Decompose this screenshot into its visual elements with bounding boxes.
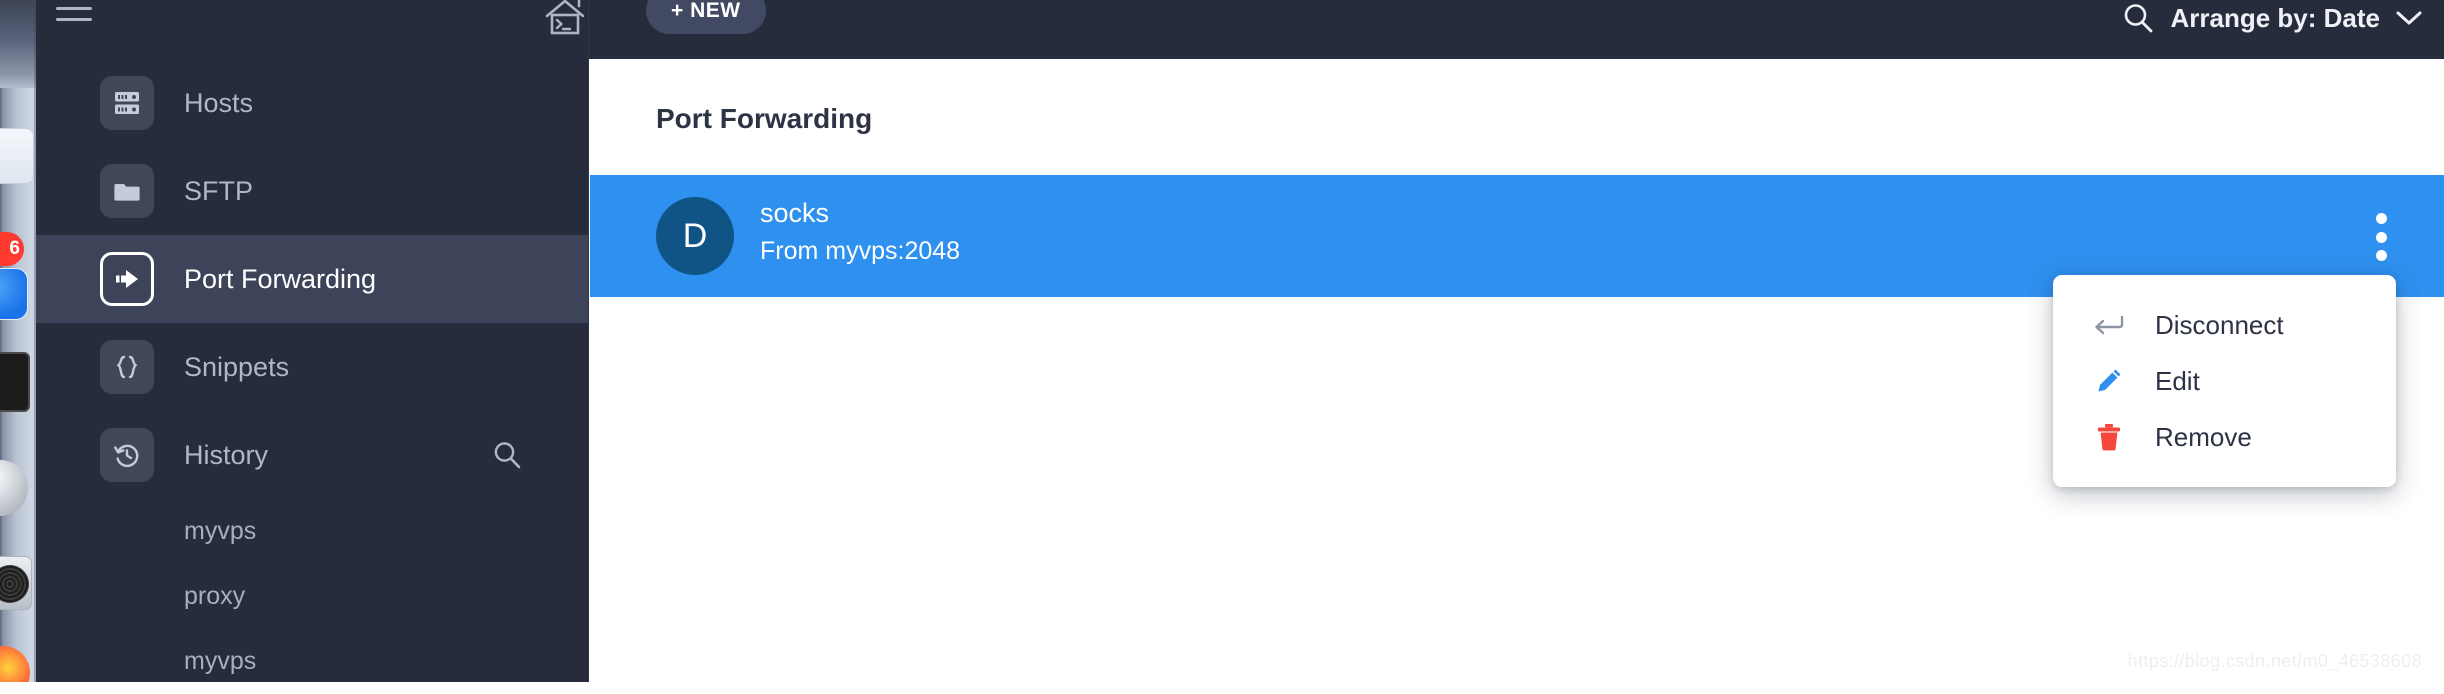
sidebar-item-history[interactable]: History: [36, 411, 588, 499]
sidebar: Hosts SFTP Port Forwarding Snippets Hist…: [36, 59, 589, 682]
session-subtitle: From myvps:2048: [760, 237, 961, 265]
history-entry[interactable]: proxy: [36, 564, 588, 629]
home-terminal-icon[interactable]: [543, 0, 587, 38]
arrow-forward-icon: [100, 252, 154, 306]
hamburger-menu-icon[interactable]: [56, 0, 92, 26]
context-menu-item-remove[interactable]: Remove: [2053, 409, 2396, 465]
history-entry[interactable]: myvps: [36, 629, 588, 694]
chevron-down-icon[interactable]: [2396, 10, 2422, 26]
sidebar-item-label: Port Forwarding: [184, 263, 377, 294]
sidebar-item-label: History: [184, 439, 269, 470]
context-menu-item-edit[interactable]: Edit: [2053, 353, 2396, 409]
main-content: Port Forwarding D socks From myvps:2048 …: [590, 59, 2444, 682]
sidebar-item-hosts[interactable]: Hosts: [36, 59, 588, 147]
dock-icon-messenger[interactable]: [0, 268, 28, 320]
disconnect-arrow-icon: [2089, 308, 2129, 342]
context-menu-item-disconnect[interactable]: Disconnect: [2053, 297, 2396, 353]
macos-dock-strip: 6: [0, 0, 36, 682]
sidebar-item-label: Hosts: [184, 87, 254, 118]
sidebar-top-bar: [36, 0, 589, 59]
pencil-icon: [2089, 364, 2129, 398]
sidebar-item-label: SFTP: [184, 175, 254, 206]
avatar: D: [656, 197, 734, 275]
search-icon[interactable]: [2121, 1, 2155, 35]
dock-icon-music[interactable]: [0, 556, 32, 610]
sidebar-item-sftp[interactable]: SFTP: [36, 147, 588, 235]
curly-braces-icon: [100, 340, 154, 394]
sidebar-item-snippets[interactable]: Snippets: [36, 323, 588, 411]
top-bar: + NEW Arrange by: Date: [36, 0, 2444, 59]
new-button[interactable]: + NEW: [646, 0, 766, 34]
more-vertical-icon[interactable]: [2374, 213, 2388, 261]
session-name: socks: [760, 198, 830, 228]
context-menu-item-label: Disconnect: [2155, 309, 2284, 340]
dock-icon-firefox[interactable]: [0, 646, 30, 682]
context-menu: Disconnect Edit Remove: [2053, 275, 2396, 487]
sidebar-item-label: Snippets: [184, 351, 290, 382]
context-menu-item-label: Edit: [2155, 365, 2200, 396]
dock-badge-count: 6: [0, 232, 24, 266]
page-title: Port Forwarding: [656, 103, 873, 134]
dock-icon-disc[interactable]: [0, 460, 28, 516]
context-menu-item-label: Remove: [2155, 421, 2252, 452]
sidebar-item-port-forwarding[interactable]: Port Forwarding: [36, 235, 588, 323]
server-rack-icon: [100, 76, 154, 130]
arrange-by-control[interactable]: Arrange by: Date: [2121, 0, 2423, 40]
clock-rewind-icon: [100, 428, 154, 482]
folder-icon: [100, 164, 154, 218]
search-icon[interactable]: [491, 439, 523, 471]
dock-icon-finder[interactable]: [0, 128, 34, 184]
dock-top-shade: [0, 0, 36, 88]
trash-icon: [2089, 420, 2129, 454]
watermark: https://blog.csdn.net/m0_46538608: [2127, 651, 2422, 671]
dock-icon-terminal[interactable]: [0, 352, 30, 412]
app-window: + NEW Arrange by: Date Hosts SFTP Port F…: [36, 0, 2444, 682]
arrange-by-label: Arrange by: Date: [2170, 2, 2381, 33]
history-entry[interactable]: myvps: [36, 499, 588, 564]
